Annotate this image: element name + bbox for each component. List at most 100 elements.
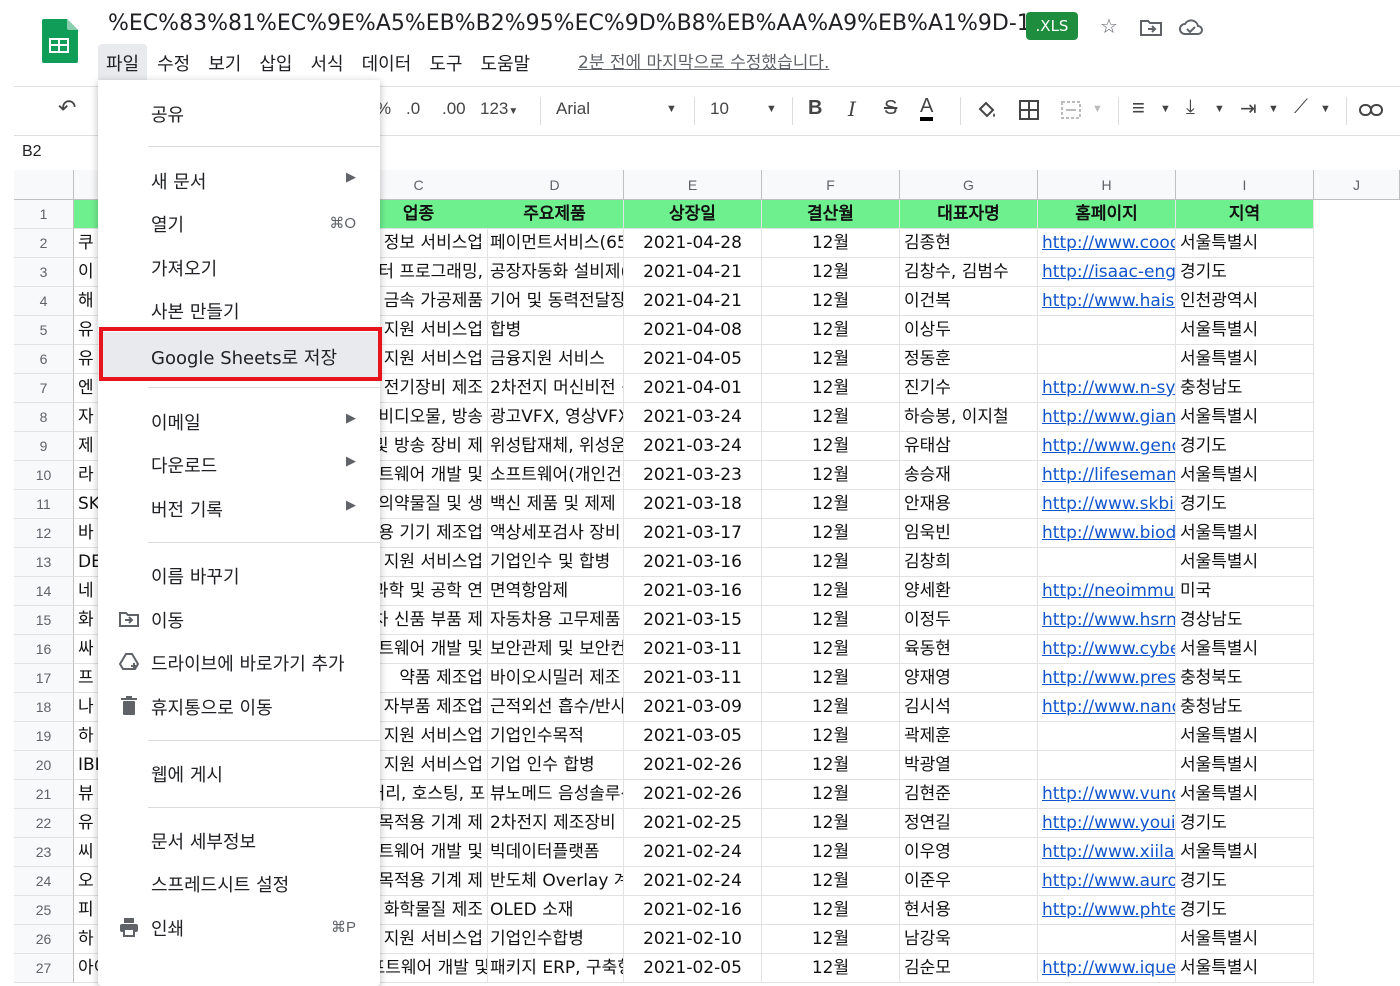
cell-e[interactable]: 2021-03-18 — [624, 490, 762, 519]
cell-i[interactable]: 서울특별시 — [1176, 838, 1314, 867]
undo-icon[interactable]: ↶ — [58, 95, 76, 121]
cell-h[interactable]: http://www.cyberc — [1038, 635, 1176, 664]
row-header[interactable]: 17 — [14, 664, 74, 693]
cell-g[interactable]: 김종현 — [900, 229, 1038, 258]
cell-f[interactable]: 12월 — [762, 867, 900, 896]
cell-i[interactable]: 서울특별시 — [1176, 461, 1314, 490]
cell-i[interactable]: 서울특별시 — [1176, 635, 1314, 664]
cell-e[interactable]: 2021-03-11 — [624, 635, 762, 664]
menu-item-move[interactable]: 이동 — [98, 598, 380, 638]
row-header[interactable]: 27 — [14, 954, 74, 983]
cell-e[interactable]: 2021-03-05 — [624, 722, 762, 751]
cell-d[interactable]: 광고VFX, 영상VFX — [486, 403, 624, 432]
cell-d[interactable]: 반도체 Overlay 계 — [486, 867, 624, 896]
cell-g[interactable]: 현서용 — [900, 896, 1038, 925]
cell-d[interactable]: 바이오시밀러 제조 — [486, 664, 624, 693]
chevron-down-icon[interactable]: ▼ — [666, 103, 677, 115]
cell-g[interactable]: 김창수, 김범수 — [900, 258, 1038, 287]
cell-d[interactable]: OLED 소재 — [486, 896, 624, 925]
cell-i[interactable]: 서울특별시 — [1176, 751, 1314, 780]
cell-i[interactable]: 미국 — [1176, 577, 1314, 606]
cell-e[interactable]: 2021-03-15 — [624, 606, 762, 635]
link-icon[interactable] — [1358, 101, 1384, 119]
cell-f[interactable]: 12월 — [762, 809, 900, 838]
text-wrap-icon[interactable]: ⇥ — [1240, 96, 1257, 121]
cell-f[interactable]: 12월 — [762, 287, 900, 316]
cell-f[interactable]: 12월 — [762, 664, 900, 693]
cell-h[interactable]: http://www.youile — [1038, 809, 1176, 838]
cloud-status-icon[interactable] — [1178, 14, 1204, 40]
cell-f[interactable]: 12월 — [762, 693, 900, 722]
cell-e[interactable]: 2021-03-16 — [624, 577, 762, 606]
cell-g[interactable]: 이건복 — [900, 287, 1038, 316]
cell-g[interactable]: 송승재 — [900, 461, 1038, 490]
cell-e[interactable]: 2021-02-10 — [624, 925, 762, 954]
cell-e[interactable]: 2021-02-26 — [624, 780, 762, 809]
cell-g[interactable]: 박광열 — [900, 751, 1038, 780]
cell-g[interactable]: 이정두 — [900, 606, 1038, 635]
cell-e[interactable]: 2021-02-24 — [624, 838, 762, 867]
vertical-align-icon[interactable]: ⤓ — [1186, 96, 1195, 119]
header-cell[interactable]: 상장일 — [624, 200, 762, 229]
cell-g[interactable]: 육동현 — [900, 635, 1038, 664]
row-header[interactable]: 26 — [14, 925, 74, 954]
cell-g[interactable]: 유태삼 — [900, 432, 1038, 461]
cell-g[interactable]: 김순모 — [900, 954, 1038, 983]
row-header[interactable]: 18 — [14, 693, 74, 722]
header-cell[interactable]: 지역 — [1176, 200, 1314, 229]
cell-g[interactable]: 정연길 — [900, 809, 1038, 838]
menu-view[interactable]: 보기 — [200, 44, 249, 80]
cell-f[interactable]: 12월 — [762, 374, 900, 403]
cell-f[interactable]: 12월 — [762, 577, 900, 606]
move-folder-icon[interactable] — [1138, 14, 1164, 40]
cell-e[interactable]: 2021-02-16 — [624, 896, 762, 925]
cell-g[interactable]: 양세환 — [900, 577, 1038, 606]
header-cell[interactable]: 대표자명 — [900, 200, 1038, 229]
row-header[interactable]: 3 — [14, 258, 74, 287]
cell-g[interactable]: 김시석 — [900, 693, 1038, 722]
menu-edit[interactable]: 수정 — [149, 44, 198, 80]
cell-h[interactable]: http://www.biodyr — [1038, 519, 1176, 548]
menu-item-share[interactable]: 공유 — [98, 92, 380, 132]
menu-help[interactable]: 도움말 — [472, 44, 538, 80]
cell-d[interactable]: 기어 및 동력전달장 — [486, 287, 624, 316]
cell-h[interactable] — [1038, 925, 1176, 954]
cell-h[interactable] — [1038, 722, 1176, 751]
cell-i[interactable]: 인천광역시 — [1176, 287, 1314, 316]
chevron-down-icon[interactable]: ▼ — [1320, 103, 1331, 115]
cell-f[interactable]: 12월 — [762, 461, 900, 490]
horizontal-align-icon[interactable]: ≡ — [1132, 95, 1145, 121]
cell-e[interactable]: 2021-03-24 — [624, 432, 762, 461]
header-cell[interactable]: 주요제품 — [486, 200, 624, 229]
cell-e[interactable]: 2021-04-05 — [624, 345, 762, 374]
row-header[interactable]: 8 — [14, 403, 74, 432]
select-all-corner[interactable] — [14, 170, 74, 200]
cell-i[interactable]: 경기도 — [1176, 490, 1314, 519]
cell-e[interactable]: 2021-03-17 — [624, 519, 762, 548]
cell-i[interactable]: 경기도 — [1176, 258, 1314, 287]
row-header[interactable]: 13 — [14, 548, 74, 577]
format-more-button[interactable]: 123▼ — [480, 99, 518, 119]
cell-i[interactable]: 충청남도 — [1176, 693, 1314, 722]
column-header[interactable]: J — [1314, 170, 1400, 200]
chevron-down-icon[interactable]: ▼ — [1160, 103, 1171, 115]
row-header[interactable]: 11 — [14, 490, 74, 519]
cell-f[interactable]: 12월 — [762, 490, 900, 519]
row-header[interactable]: 10 — [14, 461, 74, 490]
cell-e[interactable]: 2021-03-24 — [624, 403, 762, 432]
menu-file[interactable]: 파일 — [98, 44, 148, 80]
cell-g[interactable]: 안재용 — [900, 490, 1038, 519]
cell-d[interactable]: 기업인수목적 — [486, 722, 624, 751]
column-header[interactable]: E — [624, 170, 762, 200]
menu-data[interactable]: 데이터 — [354, 44, 420, 80]
cell-d[interactable]: 기업인수합병 — [486, 925, 624, 954]
cell-h[interactable]: http://www.genoh — [1038, 432, 1176, 461]
cell-g[interactable]: 이우영 — [900, 838, 1038, 867]
row-header[interactable]: 22 — [14, 809, 74, 838]
cell-g[interactable]: 정동훈 — [900, 345, 1038, 374]
chevron-down-icon[interactable]: ▼ — [1092, 103, 1103, 115]
cell-d[interactable]: 소프트웨어(개인건강 — [486, 461, 624, 490]
cell-f[interactable]: 12월 — [762, 838, 900, 867]
fill-color-icon[interactable] — [976, 99, 998, 121]
cell-h[interactable]: http://lifesemantic — [1038, 461, 1176, 490]
